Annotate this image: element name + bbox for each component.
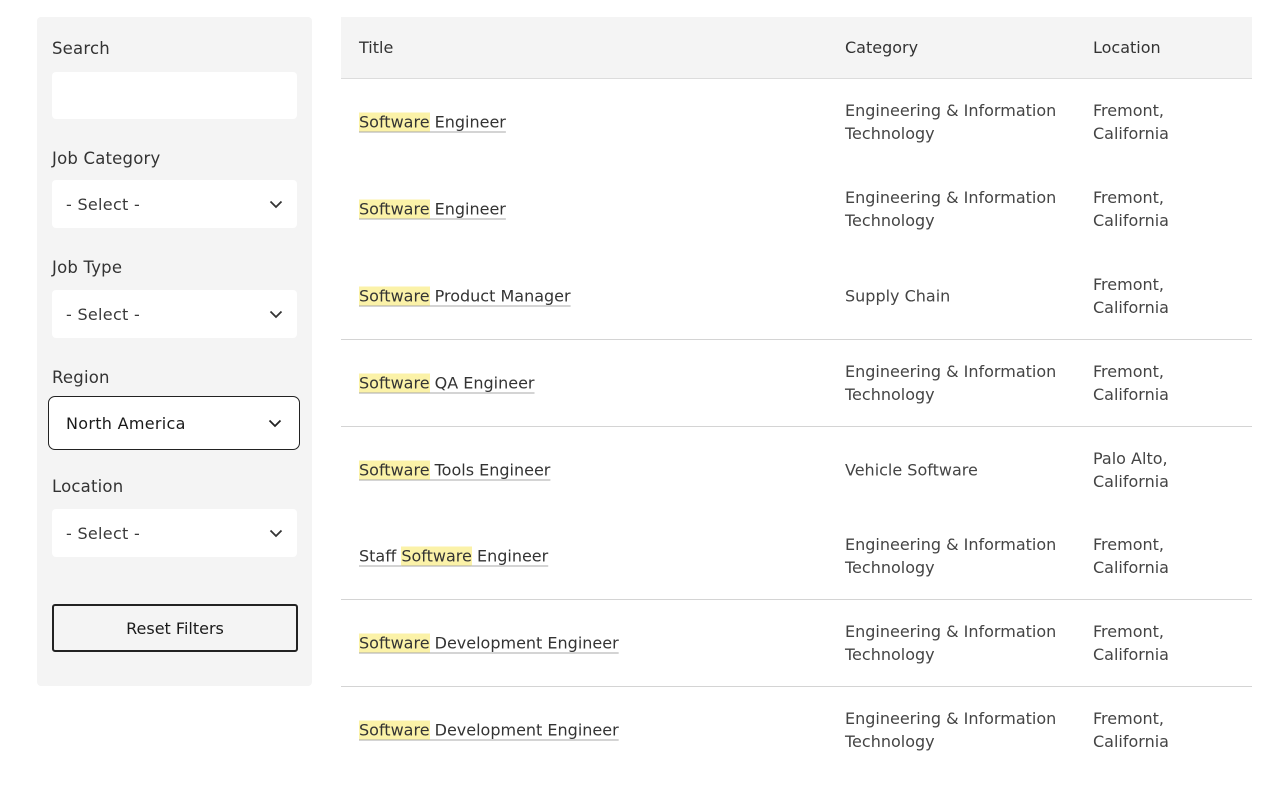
title-prefix: Staff <box>359 546 402 566</box>
table-row: Software Development Engineer Engineerin… <box>341 599 1252 686</box>
header-title: Title <box>359 38 394 57</box>
search-highlight: Software <box>359 199 430 219</box>
search-highlight: Software <box>359 633 430 653</box>
job-location: Fremont, California <box>1093 188 1169 231</box>
title-suffix: Engineer <box>471 546 549 566</box>
job-title-link[interactable]: Software QA Engineer <box>359 373 535 393</box>
table-row: Software Engineer Engineering & Informat… <box>341 166 1252 253</box>
job-type-label: Job Type <box>52 258 123 277</box>
table-row: Software Product Manager Supply Chain Fr… <box>341 252 1252 339</box>
job-category: Vehicle Software <box>845 460 978 480</box>
title-suffix: Product Manager <box>429 286 571 306</box>
job-location: Fremont, California <box>1093 534 1169 577</box>
search-label: Search <box>52 39 110 58</box>
job-category: Engineering & Information Technology <box>845 708 1057 751</box>
job-location: Fremont, California <box>1093 621 1169 664</box>
search-highlight: Software <box>359 112 430 132</box>
job-category: Engineering & Information Technology <box>845 361 1057 404</box>
table-row: Staff Software Engineer Engineering & In… <box>341 512 1252 599</box>
job-location: Fremont, California <box>1093 708 1169 751</box>
region-select[interactable]: North America <box>48 396 300 450</box>
search-input[interactable] <box>52 72 297 119</box>
search-highlight: Software <box>401 546 472 566</box>
title-suffix: Engineer <box>429 112 506 132</box>
header-category: Category <box>845 38 919 57</box>
table-header: Title Category Location <box>341 17 1252 79</box>
reset-filters-button[interactable]: Reset Filters <box>52 604 298 652</box>
job-category: Engineering & Information Technology <box>845 621 1057 664</box>
job-category: Engineering & Information Technology <box>845 188 1057 231</box>
job-category-value: - Select - <box>66 194 141 214</box>
title-suffix: Engineer <box>429 199 506 219</box>
job-title-link[interactable]: Staff Software Engineer <box>359 546 549 566</box>
job-title-link[interactable]: Software Engineer <box>359 199 506 219</box>
job-type-select[interactable]: - Select - <box>52 290 297 338</box>
chevron-down-icon <box>269 199 283 209</box>
job-title-link[interactable]: Software Engineer <box>359 112 506 132</box>
table-row: Software Development Engineer Engineerin… <box>341 685 1252 773</box>
table-row: Software Engineer Engineering & Informat… <box>341 79 1252 166</box>
search-highlight: Software <box>359 286 430 306</box>
location-label: Location <box>52 477 124 496</box>
search-highlight: Software <box>359 373 430 393</box>
job-type-value: - Select - <box>66 304 141 324</box>
title-suffix: Development Engineer <box>429 633 619 653</box>
job-category-select[interactable]: - Select - <box>52 180 297 228</box>
location-value: - Select - <box>66 523 141 543</box>
job-title-link[interactable]: Software Product Manager <box>359 286 571 306</box>
chevron-down-icon <box>268 418 282 428</box>
chevron-down-icon <box>269 528 283 538</box>
location-select[interactable]: - Select - <box>52 509 297 557</box>
header-location: Location <box>1093 38 1161 57</box>
search-highlight: Software <box>359 720 430 740</box>
job-location: Palo Alto, California <box>1093 448 1169 491</box>
job-category-label: Job Category <box>52 149 161 168</box>
job-category: Engineering & Information Technology <box>845 101 1057 144</box>
search-highlight: Software <box>359 460 430 480</box>
filter-sidebar: Search Job Category - Select - Job Type … <box>37 17 312 686</box>
title-suffix: QA Engineer <box>429 373 535 393</box>
table-row: Software QA Engineer Engineering & Infor… <box>341 339 1252 426</box>
job-category: Engineering & Information Technology <box>845 534 1057 577</box>
title-suffix: Tools Engineer <box>429 460 551 480</box>
region-label: Region <box>52 368 110 387</box>
job-category: Supply Chain <box>845 286 951 306</box>
chevron-down-icon <box>269 309 283 319</box>
job-location: Fremont, California <box>1093 361 1169 404</box>
job-title-link[interactable]: Software Development Engineer <box>359 633 619 653</box>
job-title-link[interactable]: Software Development Engineer <box>359 720 619 740</box>
job-title-link[interactable]: Software Tools Engineer <box>359 460 551 480</box>
jobs-table: Title Category Location Software Enginee… <box>341 17 1252 773</box>
region-value: North America <box>66 413 186 433</box>
job-location: Fremont, California <box>1093 274 1169 317</box>
table-row: Software Tools Engineer Vehicle Software… <box>341 425 1252 513</box>
job-location: Fremont, California <box>1093 101 1169 144</box>
title-suffix: Development Engineer <box>429 720 619 740</box>
